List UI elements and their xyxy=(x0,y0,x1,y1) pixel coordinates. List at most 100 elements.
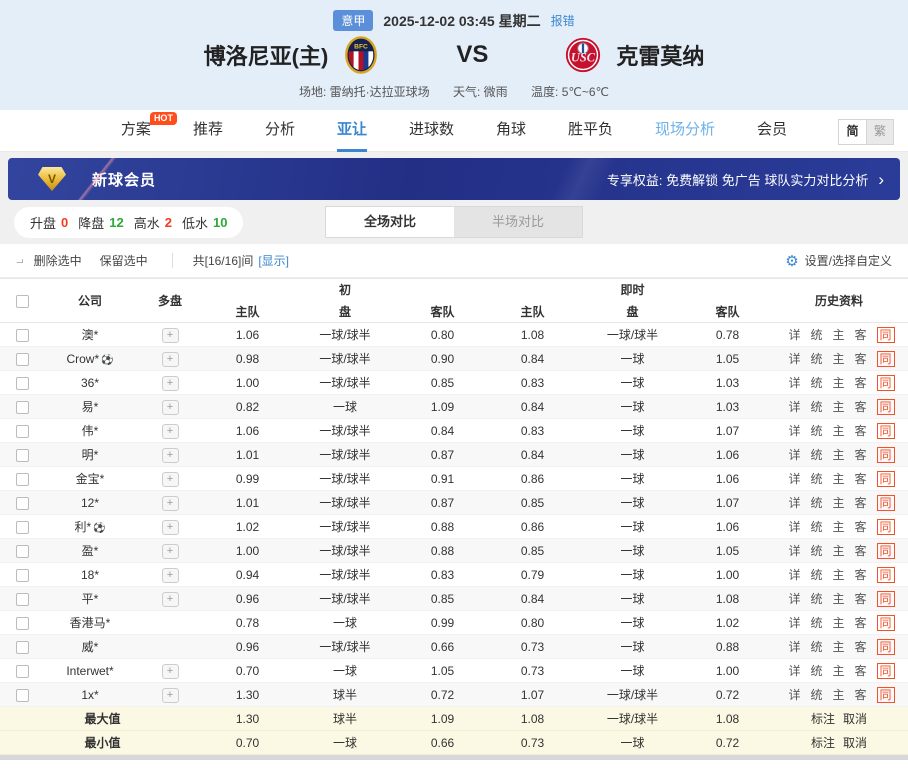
settings-customize-button[interactable]: ⚙ 设置/选择自定义 xyxy=(785,252,892,270)
expand-multi-button[interactable]: + xyxy=(162,352,179,367)
history-link[interactable]: 统 xyxy=(810,400,822,414)
summary-action[interactable]: 标注 xyxy=(811,712,835,726)
nav-tab[interactable]: 角球 xyxy=(496,110,526,152)
row-checkbox[interactable] xyxy=(16,425,29,438)
same-odds-link[interactable]: 同 xyxy=(877,639,895,655)
same-odds-link[interactable]: 同 xyxy=(877,327,895,343)
row-checkbox[interactable] xyxy=(16,329,29,342)
same-odds-link[interactable]: 同 xyxy=(877,423,895,439)
row-checkbox[interactable] xyxy=(16,617,29,630)
company-name[interactable]: 盈* xyxy=(82,544,99,558)
history-link[interactable]: 客 xyxy=(855,688,867,702)
history-link[interactable]: 主 xyxy=(832,328,844,342)
same-odds-link[interactable]: 同 xyxy=(877,399,895,415)
history-link[interactable]: 主 xyxy=(832,664,844,678)
history-link[interactable]: 统 xyxy=(810,520,822,534)
history-link[interactable]: 详 xyxy=(788,400,800,414)
expand-multi-button[interactable]: + xyxy=(162,544,179,559)
same-odds-link[interactable]: 同 xyxy=(877,663,895,679)
history-link[interactable]: 统 xyxy=(810,544,822,558)
history-link[interactable]: 主 xyxy=(832,688,844,702)
history-link[interactable]: 客 xyxy=(855,664,867,678)
history-link[interactable]: 主 xyxy=(832,496,844,510)
nav-tab[interactable]: 分析 xyxy=(265,110,295,152)
same-odds-link[interactable]: 同 xyxy=(877,351,895,367)
history-link[interactable]: 详 xyxy=(788,640,800,654)
tab-half-match-compare[interactable]: 半场对比 xyxy=(454,207,582,237)
history-link[interactable]: 详 xyxy=(788,496,800,510)
row-checkbox[interactable] xyxy=(16,689,29,702)
nav-tab[interactable]: 会员 xyxy=(757,110,787,152)
history-link[interactable]: 详 xyxy=(788,616,800,630)
history-link[interactable]: 客 xyxy=(855,616,867,630)
expand-multi-button[interactable]: + xyxy=(162,328,179,343)
report-error-link[interactable]: 报错 xyxy=(551,12,575,29)
company-name[interactable]: 澳* xyxy=(82,328,99,342)
nav-tab[interactable]: 推荐 xyxy=(193,110,223,152)
expand-multi-button[interactable]: + xyxy=(162,400,179,415)
row-checkbox[interactable] xyxy=(16,473,29,486)
same-odds-link[interactable]: 同 xyxy=(877,519,895,535)
history-link[interactable]: 主 xyxy=(832,472,844,486)
history-link[interactable]: 统 xyxy=(810,376,822,390)
history-link[interactable]: 客 xyxy=(855,472,867,486)
expand-multi-button[interactable]: + xyxy=(162,424,179,439)
same-odds-link[interactable]: 同 xyxy=(877,495,895,511)
same-odds-link[interactable]: 同 xyxy=(877,687,895,703)
history-link[interactable]: 主 xyxy=(832,376,844,390)
lang-simplified-button[interactable]: 简 xyxy=(839,120,866,144)
history-link[interactable]: 客 xyxy=(855,328,867,342)
history-link[interactable]: 主 xyxy=(832,448,844,462)
nav-tab[interactable]: 进球数 xyxy=(409,110,454,152)
row-checkbox[interactable] xyxy=(16,545,29,558)
history-link[interactable]: 客 xyxy=(855,520,867,534)
history-link[interactable]: 详 xyxy=(788,520,800,534)
history-link[interactable]: 客 xyxy=(855,568,867,582)
row-checkbox[interactable] xyxy=(16,449,29,462)
history-link[interactable]: 客 xyxy=(855,544,867,558)
company-name[interactable]: Crow* xyxy=(66,352,99,366)
history-link[interactable]: 详 xyxy=(788,688,800,702)
same-odds-link[interactable]: 同 xyxy=(877,615,895,631)
history-link[interactable]: 主 xyxy=(832,352,844,366)
delete-selected-link[interactable]: 删除选中 xyxy=(34,252,82,269)
row-checkbox[interactable] xyxy=(16,665,29,678)
history-link[interactable]: 统 xyxy=(810,328,822,342)
history-link[interactable]: 详 xyxy=(788,448,800,462)
company-name[interactable]: 伟* xyxy=(82,424,99,438)
history-link[interactable]: 客 xyxy=(855,592,867,606)
history-link[interactable]: 统 xyxy=(810,496,822,510)
company-name[interactable]: 12* xyxy=(81,496,99,510)
expand-multi-button[interactable]: + xyxy=(162,448,179,463)
history-link[interactable]: 统 xyxy=(810,472,822,486)
expand-multi-button[interactable]: + xyxy=(162,568,179,583)
nav-tab[interactable]: 胜平负 xyxy=(568,110,613,152)
summary-action[interactable]: 取消 xyxy=(843,736,867,750)
history-link[interactable]: 统 xyxy=(810,664,822,678)
nav-tab[interactable]: 现场分析 xyxy=(655,110,715,152)
same-odds-link[interactable]: 同 xyxy=(877,375,895,391)
show-link[interactable]: [显示] xyxy=(258,252,289,269)
row-checkbox[interactable] xyxy=(16,569,29,582)
expand-multi-button[interactable]: + xyxy=(162,520,179,535)
history-link[interactable]: 主 xyxy=(832,400,844,414)
history-link[interactable]: 统 xyxy=(810,568,822,582)
company-name[interactable]: 1x* xyxy=(81,688,98,702)
expand-multi-button[interactable]: + xyxy=(162,688,179,703)
history-link[interactable]: 详 xyxy=(788,592,800,606)
history-link[interactable]: 客 xyxy=(855,400,867,414)
select-all-checkbox[interactable] xyxy=(16,295,29,308)
history-link[interactable]: 统 xyxy=(810,688,822,702)
history-link[interactable]: 详 xyxy=(788,352,800,366)
same-odds-link[interactable]: 同 xyxy=(877,567,895,583)
expand-multi-button[interactable]: + xyxy=(162,592,179,607)
expand-multi-button[interactable]: + xyxy=(162,664,179,679)
history-link[interactable]: 详 xyxy=(788,424,800,438)
row-checkbox[interactable] xyxy=(16,377,29,390)
history-link[interactable]: 详 xyxy=(788,664,800,678)
history-link[interactable]: 主 xyxy=(832,592,844,606)
same-odds-link[interactable]: 同 xyxy=(877,471,895,487)
history-link[interactable]: 客 xyxy=(855,424,867,438)
company-name[interactable]: 威* xyxy=(82,640,99,654)
row-checkbox[interactable] xyxy=(16,401,29,414)
